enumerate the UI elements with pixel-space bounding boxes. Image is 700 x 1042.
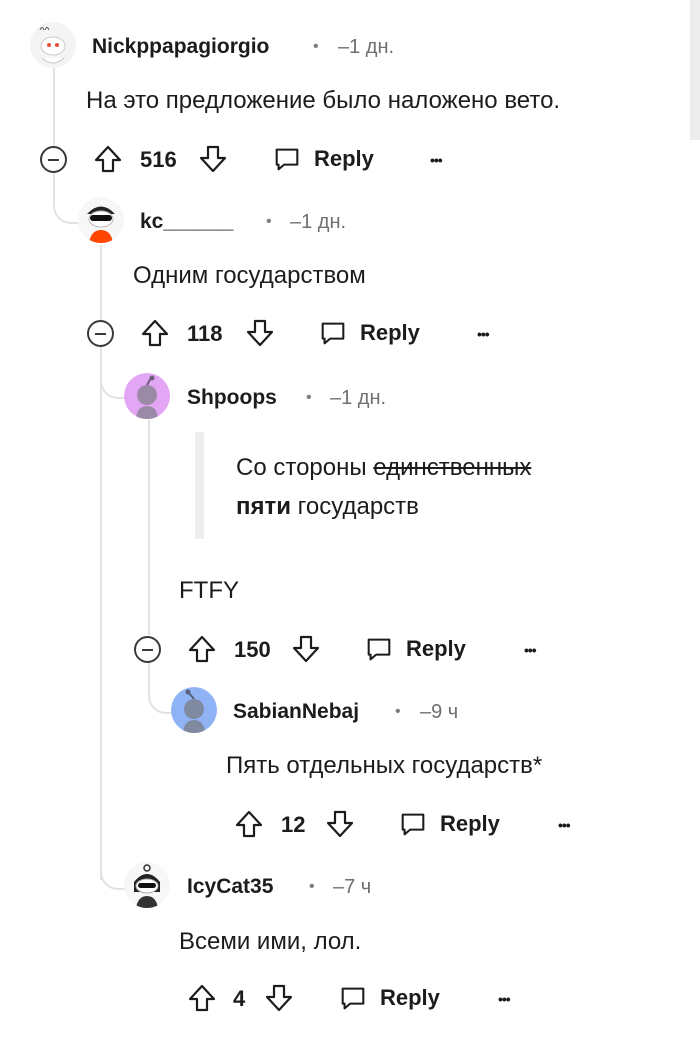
reply-label: Reply [440, 811, 500, 836]
separator-dot: • [395, 703, 401, 720]
struck-text: единственных [373, 454, 532, 481]
separator-dot: • [266, 213, 272, 230]
speech-bubble-icon [272, 144, 302, 174]
avatar[interactable] [30, 22, 76, 68]
scrollbar[interactable] [690, 0, 700, 140]
quote-text: Со стороны [236, 454, 374, 481]
arrow-down-icon[interactable] [324, 808, 356, 840]
collapse-button[interactable] [40, 146, 67, 173]
arrow-down-icon[interactable] [263, 982, 295, 1014]
more-options-button[interactable]: ••• [558, 815, 571, 835]
comment-author[interactable]: kc______ [140, 210, 233, 234]
speech-bubble-icon [364, 634, 394, 664]
quote-line: пяти государств [236, 493, 419, 521]
comment-body: Всеми ими, лол. [179, 928, 362, 955]
avatar[interactable] [124, 373, 170, 419]
more-options-button[interactable]: ••• [498, 989, 511, 1009]
vote-score: 4 [233, 986, 246, 1011]
arrow-down-icon[interactable] [244, 317, 276, 349]
speech-bubble-icon [398, 809, 428, 839]
separator-dot: • [313, 38, 319, 55]
more-options-button[interactable]: ••• [524, 640, 537, 660]
reply-label: Reply [360, 320, 420, 345]
arrow-up-icon[interactable] [186, 982, 218, 1014]
reply-label: Reply [314, 146, 374, 171]
comment-author[interactable]: SabianNebaj [233, 700, 359, 724]
reply-button[interactable]: Reply [364, 631, 466, 667]
reply-button[interactable]: Reply [398, 806, 500, 842]
speech-bubble-icon [338, 983, 368, 1013]
vote-score: 150 [234, 637, 271, 662]
bold-text: пяти [236, 493, 292, 520]
thread-line [53, 68, 55, 148]
comment-time: –1 дн. [330, 387, 387, 409]
comment-time: –1 дн. [290, 211, 347, 233]
vote-score: 118 [187, 321, 223, 346]
comment-time: –9 ч [420, 701, 459, 723]
vote-score: 12 [281, 812, 306, 837]
quote-text: государств [291, 493, 419, 520]
quote-bar [195, 432, 204, 539]
comment-body: На это предложение было наложено вето. [86, 87, 561, 114]
reply-button[interactable]: Reply [338, 980, 440, 1016]
speech-bubble-icon [318, 318, 348, 348]
collapse-button[interactable] [134, 636, 161, 663]
arrow-down-icon[interactable] [290, 633, 322, 665]
comment-author[interactable]: Shpoops [187, 386, 277, 410]
avatar[interactable] [78, 197, 124, 243]
more-options-button[interactable]: ••• [430, 150, 443, 170]
comment-author[interactable]: IcyCat35 [187, 875, 273, 899]
comment-time: –1 дн. [338, 36, 395, 58]
avatar[interactable] [124, 862, 170, 908]
reply-button[interactable]: Reply [272, 141, 374, 177]
avatar[interactable] [171, 687, 217, 733]
separator-dot: • [309, 878, 315, 895]
arrow-up-icon[interactable] [233, 808, 265, 840]
reply-label: Reply [406, 636, 466, 661]
arrow-up-icon[interactable] [186, 633, 218, 665]
arrow-up-icon[interactable] [92, 143, 124, 175]
thread-line [100, 360, 102, 880]
comment-time: –7 ч [333, 876, 372, 898]
quote-line: Со стороны единственных [236, 454, 531, 482]
reply-label: Reply [380, 985, 440, 1010]
comment-body: FTFY [179, 577, 239, 604]
thread-line [148, 420, 150, 635]
comment-body: Одним государством [133, 262, 366, 289]
more-options-button[interactable]: ••• [477, 324, 490, 344]
arrow-down-icon[interactable] [197, 143, 229, 175]
arrow-up-icon[interactable] [139, 317, 171, 349]
separator-dot: • [306, 389, 312, 406]
thread-line [100, 245, 102, 320]
reply-button[interactable]: Reply [318, 315, 420, 351]
vote-score: 516 [140, 147, 177, 172]
collapse-button[interactable] [87, 320, 114, 347]
comment-body: Пять отдельных государств* [226, 752, 543, 779]
comment-author[interactable]: Nickppapagiorgio [92, 35, 269, 59]
